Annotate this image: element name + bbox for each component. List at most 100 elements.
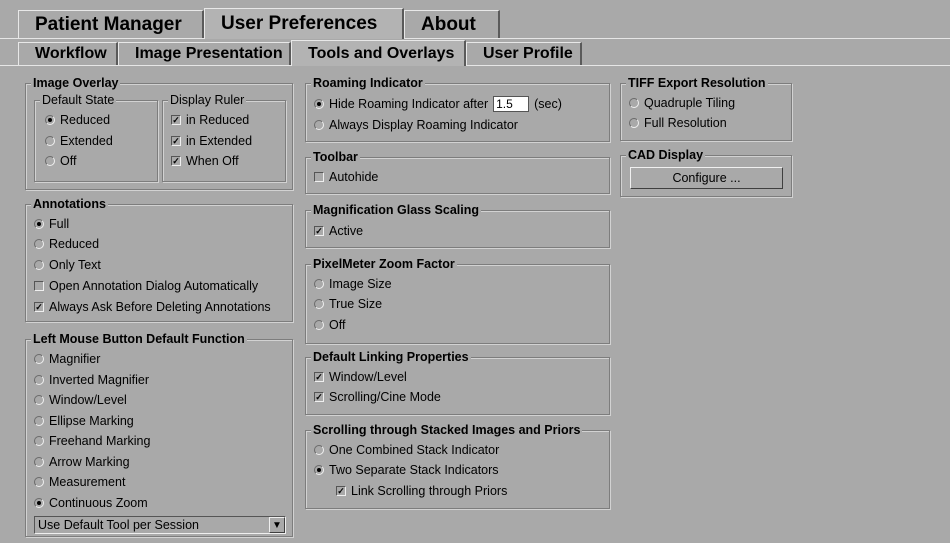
checkbox-icon: ✓ xyxy=(171,136,181,146)
radio-icon xyxy=(45,156,55,166)
link-window-level-checkbox[interactable]: ✓ Window/Level xyxy=(314,369,407,385)
tab-workflow[interactable]: Workflow xyxy=(18,42,118,65)
chevron-down-icon[interactable]: ▼ xyxy=(269,517,285,533)
radio-icon xyxy=(314,99,324,109)
radio-icon xyxy=(314,120,324,130)
scrolling-title: Scrolling through Stacked Images and Pri… xyxy=(311,423,583,437)
pixelmeter-off[interactable]: Off xyxy=(314,317,345,333)
scrolling-group: Scrolling through Stacked Images and Pri… xyxy=(305,423,610,509)
checkbox-icon: ✓ xyxy=(314,372,324,382)
cad-display-group: CAD Display Configure ... xyxy=(620,148,792,197)
ruler-when-off[interactable]: ✓ When Off xyxy=(171,153,239,169)
tiff-full-resolution[interactable]: Full Resolution xyxy=(629,115,727,131)
checkbox-icon: ✓ xyxy=(314,392,324,402)
default-state-off[interactable]: Off xyxy=(45,153,76,169)
radio-icon xyxy=(34,219,44,229)
link-scrolling-priors-checkbox[interactable]: ✓ Link Scrolling through Priors xyxy=(336,483,507,499)
default-state-reduced[interactable]: Reduced xyxy=(45,112,110,128)
tab-image-presentation[interactable]: Image Presentation xyxy=(118,42,291,65)
ask-before-deleting-checkbox[interactable]: ✓ Always Ask Before Deleting Annotations xyxy=(34,299,271,315)
checkbox-icon: ✓ xyxy=(314,226,324,236)
annotations-full[interactable]: Full xyxy=(34,216,69,232)
open-annotation-dialog-checkbox[interactable]: Open Annotation Dialog Automatically xyxy=(34,278,258,294)
radio-icon xyxy=(314,465,324,475)
pixelmeter-true-size[interactable]: True Size xyxy=(314,296,382,312)
pixelmeter-title: PixelMeter Zoom Factor xyxy=(311,257,457,271)
tab-user-preferences[interactable]: User Preferences xyxy=(204,8,404,39)
magnification-group: Magnification Glass Scaling ✓ Active xyxy=(305,203,610,248)
linking-group: Default Linking Properties ✓ Window/Level… xyxy=(305,350,610,415)
lm-ellipse-marking[interactable]: Ellipse Marking xyxy=(34,413,134,429)
checkbox-icon: ✓ xyxy=(336,486,346,496)
one-combined-stack-option[interactable]: One Combined Stack Indicator xyxy=(314,442,499,458)
radio-icon xyxy=(34,354,44,364)
lm-measurement[interactable]: Measurement xyxy=(34,474,125,490)
always-display-roaming-option[interactable]: Always Display Roaming Indicator xyxy=(314,117,518,133)
radio-icon xyxy=(34,395,44,405)
radio-icon xyxy=(45,115,55,125)
default-tool-select-value: Use Default Tool per Session xyxy=(38,518,199,532)
image-overlay-group: Image Overlay Default State Reduced Exte… xyxy=(25,76,293,190)
sub-tab-bar: Workflow Image Presentation Tools and Ov… xyxy=(0,40,950,66)
tiff-export-title: TIFF Export Resolution xyxy=(626,76,768,90)
lm-freehand-marking[interactable]: Freehand Marking xyxy=(34,433,150,449)
default-state-title: Default State xyxy=(40,93,117,107)
checkbox-icon xyxy=(314,172,324,182)
tiff-quadruple-tiling[interactable]: Quadruple Tiling xyxy=(629,95,735,111)
roaming-indicator-title: Roaming Indicator xyxy=(311,76,425,90)
radio-icon xyxy=(34,416,44,426)
main-tab-bar: Patient Manager User Preferences About xyxy=(0,8,950,39)
checkbox-icon xyxy=(34,281,44,291)
radio-icon xyxy=(629,98,639,108)
radio-icon xyxy=(314,279,324,289)
magnification-active-checkbox[interactable]: ✓ Active xyxy=(314,223,363,239)
lm-continuous-zoom[interactable]: Continuous Zoom xyxy=(34,495,148,511)
annotations-group: Annotations Full Reduced Only Text Open … xyxy=(25,197,293,322)
toolbar-autohide-checkbox[interactable]: Autohide xyxy=(314,169,378,185)
tab-about[interactable]: About xyxy=(404,10,500,38)
magnification-title: Magnification Glass Scaling xyxy=(311,203,482,217)
link-scrolling-cine-checkbox[interactable]: ✓ Scrolling/Cine Mode xyxy=(314,389,441,405)
lm-window-level[interactable]: Window/Level xyxy=(34,392,127,408)
ruler-in-extended[interactable]: ✓ in Extended xyxy=(171,133,252,149)
hide-roaming-option[interactable]: Hide Roaming Indicator after (sec) xyxy=(314,95,562,113)
radio-icon xyxy=(34,498,44,508)
annotations-reduced[interactable]: Reduced xyxy=(34,236,99,252)
tab-user-profile[interactable]: User Profile xyxy=(466,42,582,65)
default-state-extended[interactable]: Extended xyxy=(45,133,113,149)
configure-button[interactable]: Configure ... xyxy=(630,167,783,189)
checkbox-icon: ✓ xyxy=(171,156,181,166)
ruler-in-reduced[interactable]: ✓ in Reduced xyxy=(171,112,249,128)
checkbox-icon: ✓ xyxy=(171,115,181,125)
two-separate-stacks-option[interactable]: Two Separate Stack Indicators xyxy=(314,462,499,478)
toolbar-title: Toolbar xyxy=(311,150,360,164)
toolbar-group: Toolbar Autohide xyxy=(305,150,610,194)
tab-patient-manager[interactable]: Patient Manager xyxy=(18,10,204,38)
radio-icon xyxy=(34,457,44,467)
pixelmeter-image-size[interactable]: Image Size xyxy=(314,276,392,292)
radio-icon xyxy=(314,320,324,330)
default-state-group: Default State Reduced Extended Off xyxy=(34,93,158,182)
lm-magnifier[interactable]: Magnifier xyxy=(34,351,100,367)
roaming-indicator-group: Roaming Indicator Hide Roaming Indicator… xyxy=(305,76,610,142)
radio-icon xyxy=(314,445,324,455)
annotations-title: Annotations xyxy=(31,197,108,211)
hide-roaming-seconds-input[interactable] xyxy=(493,96,530,112)
linking-title: Default Linking Properties xyxy=(311,350,471,364)
annotations-only-text[interactable]: Only Text xyxy=(34,257,101,273)
lm-inverted-magnifier[interactable]: Inverted Magnifier xyxy=(34,372,149,388)
display-ruler-title: Display Ruler xyxy=(168,93,247,107)
image-overlay-title: Image Overlay xyxy=(31,76,121,90)
radio-icon xyxy=(34,260,44,270)
left-mouse-title: Left Mouse Button Default Function xyxy=(31,332,247,346)
checkbox-icon: ✓ xyxy=(34,302,44,312)
default-tool-select[interactable]: Use Default Tool per Session ▼ xyxy=(34,516,286,534)
radio-icon xyxy=(34,436,44,446)
tiff-export-group: TIFF Export Resolution Quadruple Tiling … xyxy=(620,76,792,141)
radio-icon xyxy=(34,239,44,249)
cad-display-title: CAD Display xyxy=(626,148,706,162)
tab-tools-and-overlays[interactable]: Tools and Overlays xyxy=(291,40,466,66)
lm-arrow-marking[interactable]: Arrow Marking xyxy=(34,454,130,470)
radio-icon xyxy=(629,118,639,128)
left-mouse-group: Left Mouse Button Default Function Magni… xyxy=(25,332,293,537)
